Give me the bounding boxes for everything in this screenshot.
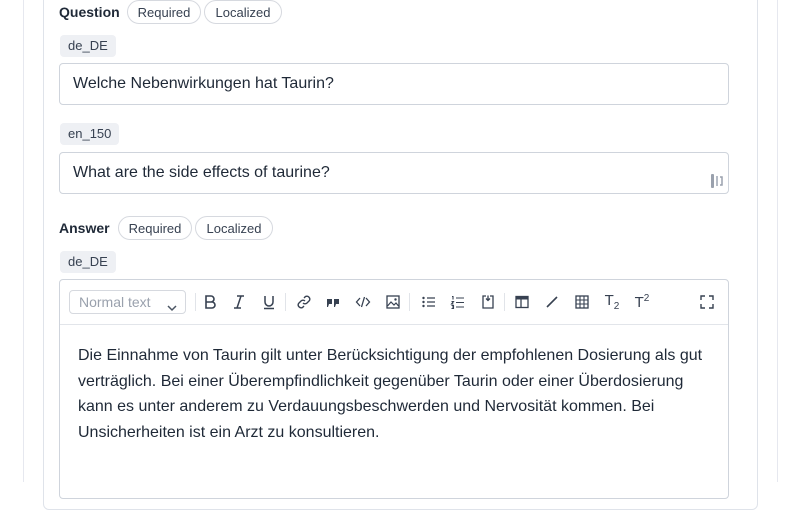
question-locale-de: de_DE	[60, 35, 116, 57]
question-input-de[interactable]: Welche Nebenwirkungen hat Taurin?	[59, 63, 729, 105]
rich-text-editor[interactable]: Normal text T2 T2 Die Einnahme von Tauri…	[59, 279, 729, 499]
question-locale-en: en_150	[60, 123, 120, 145]
subscript-icon[interactable]: T2	[602, 292, 622, 312]
answer-locale-de: de_DE	[60, 251, 116, 273]
editor-content[interactable]: Die Einnahme von Taurin gilt unter Berüc…	[78, 343, 718, 445]
toolbar-divider	[285, 293, 286, 311]
grammar-check-icon[interactable]	[710, 165, 724, 188]
question-input-en-value: What are the side effects of taurine?	[73, 164, 330, 181]
toolbar-divider	[195, 293, 196, 311]
superscript-letter: T	[634, 294, 644, 311]
toolbar-divider	[504, 293, 505, 311]
editor-toolbar: Normal text T2 T2	[60, 280, 728, 325]
text-style-value: Normal text	[79, 294, 151, 310]
question-input-de-value: Welche Nebenwirkungen hat Taurin?	[73, 75, 334, 92]
question-label: Question	[59, 4, 120, 20]
quote-icon[interactable]	[323, 292, 343, 312]
toolbar-divider	[409, 293, 410, 311]
fullscreen-icon[interactable]	[697, 292, 717, 312]
question-required-badge: Required	[127, 0, 201, 24]
superscript-icon[interactable]: T2	[632, 292, 652, 312]
table-icon[interactable]	[572, 292, 592, 312]
outer-border-left	[23, 0, 24, 482]
superscript-mark: 2	[643, 293, 650, 304]
answer-localized-badge: Localized	[195, 216, 273, 240]
numbered-list-icon[interactable]	[448, 292, 468, 312]
text-style-select[interactable]: Normal text	[69, 290, 186, 314]
subscript-letter: T	[604, 292, 614, 309]
link-icon[interactable]	[294, 292, 314, 312]
block-embed-icon[interactable]	[478, 292, 498, 312]
divider-line-icon[interactable]	[542, 292, 562, 312]
question-input-en[interactable]: What are the side effects of taurine?	[59, 152, 729, 194]
bullet-list-icon[interactable]	[419, 292, 439, 312]
subscript-mark: 2	[613, 301, 620, 312]
bold-icon[interactable]	[200, 292, 220, 312]
layout-block-icon[interactable]	[512, 292, 532, 312]
answer-required-badge: Required	[118, 216, 192, 240]
code-icon[interactable]	[353, 292, 373, 312]
image-icon[interactable]	[383, 292, 403, 312]
outer-border-right	[777, 0, 778, 482]
question-localized-badge: Localized	[204, 0, 282, 24]
underline-icon[interactable]	[259, 292, 279, 312]
chevron-down-icon	[167, 297, 177, 312]
italic-icon[interactable]	[229, 292, 249, 312]
answer-label: Answer	[59, 220, 110, 236]
